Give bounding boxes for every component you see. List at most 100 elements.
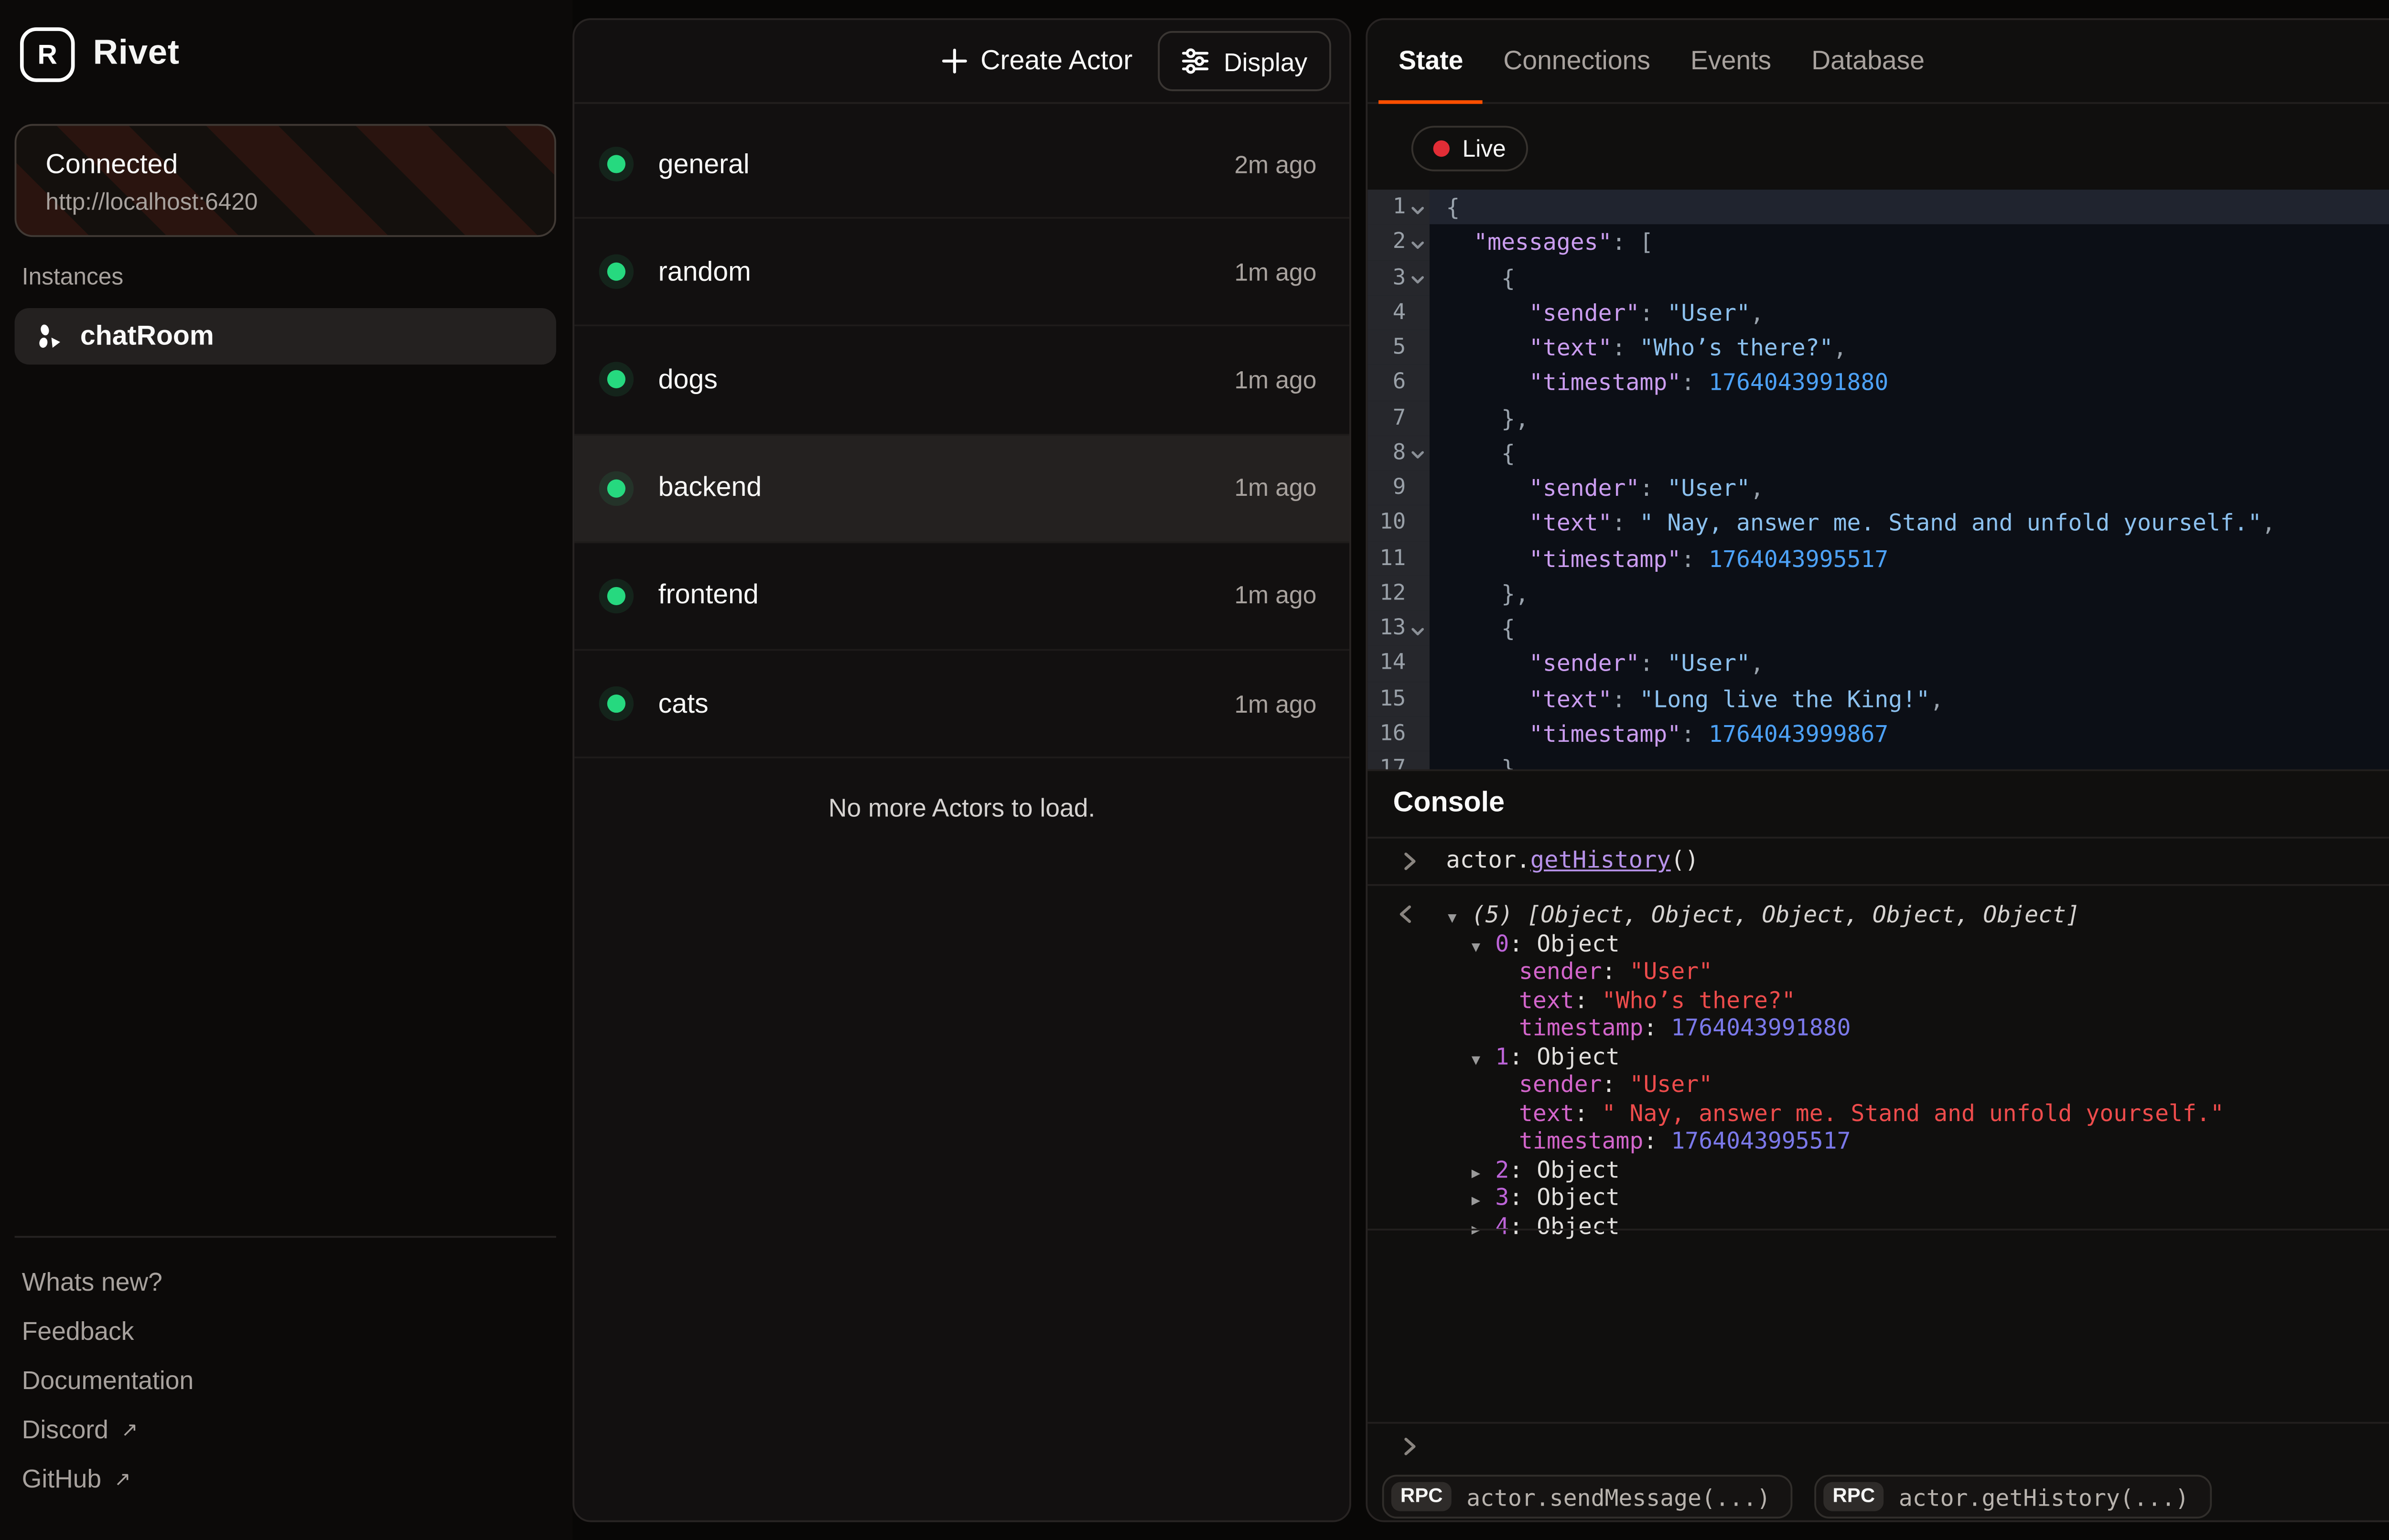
triangle-expanded-icon[interactable]: ▼	[1472, 1046, 1496, 1074]
rpc-row: RPCactor.sendMessage(...)RPCactor.getHis…	[1382, 1475, 2211, 1519]
console-output-divider	[1367, 1229, 2389, 1230]
line-number: 2	[1367, 225, 1430, 260]
console-row: ▶3: Object	[1367, 1183, 2389, 1211]
editor-line[interactable]: 12 },	[1367, 576, 2389, 611]
editor-line[interactable]: 15 "text": "Long live the King!",	[1367, 681, 2389, 717]
actor-row-frontend[interactable]: frontend1m ago	[574, 543, 1349, 651]
actor-row-backend[interactable]: backend1m ago	[574, 435, 1349, 543]
create-actor-button[interactable]: Create Actor	[940, 45, 1132, 76]
actors-panel: Create Actor Display general2m agorandom…	[572, 18, 1351, 1522]
triangle-expanded-icon[interactable]: ▼	[1448, 904, 1472, 932]
fold-chevron-icon[interactable]	[1408, 623, 1426, 639]
editor-line[interactable]: 7 },	[1367, 400, 2389, 436]
tab-state[interactable]: State	[1378, 20, 1483, 102]
fold-chevron-icon[interactable]	[1408, 237, 1426, 253]
actor-row-general[interactable]: general2m ago	[574, 111, 1349, 219]
fold-chevron-icon[interactable]	[1408, 448, 1426, 464]
console-output-rows: ▼(5) [Object, Object, Object, Object, Ob…	[1367, 900, 2389, 1240]
inspector-panel: StateConnectionsEventsDatabase Running L…	[1366, 18, 2389, 1522]
create-actor-label: Create Actor	[980, 45, 1132, 76]
live-toggle-badge[interactable]: Live	[1411, 126, 1528, 171]
footer-link-label: Whats new?	[22, 1267, 162, 1296]
tab-events[interactable]: Events	[1670, 20, 1791, 102]
external-link-icon: ↗	[114, 1466, 131, 1490]
brand-row: R Rivet	[20, 27, 180, 82]
live-label: Live	[1463, 135, 1506, 162]
fold-chevron-icon[interactable]	[1408, 272, 1426, 288]
editor-line[interactable]: 10 "text": " Nay, answer me. Stand and u…	[1367, 506, 2389, 541]
console-row: text: "Who’s there?"	[1367, 985, 2389, 1014]
actors-panel-header: Create Actor Display	[574, 20, 1349, 104]
rpc-badge: RPC	[1391, 1482, 1452, 1511]
editor-line[interactable]: 17 }	[1367, 751, 2389, 769]
line-number: 12	[1367, 576, 1430, 611]
editor-line[interactable]: 9 "sender": "User",	[1367, 471, 2389, 506]
editor-line[interactable]: 5 "text": "Who’s there?",	[1367, 330, 2389, 365]
editor-line[interactable]: 14 "sender": "User",	[1367, 646, 2389, 682]
console-input[interactable]	[1399, 1431, 1420, 1460]
actor-list: general2m agorandom1m agodogs1m agobacke…	[574, 104, 1349, 759]
console-row: sender: "User"	[1367, 1070, 2389, 1098]
console-history-entry: actor.getHistory()	[1367, 837, 2389, 886]
sliders-icon	[1182, 47, 1209, 75]
actor-name: cats	[658, 688, 709, 719]
result-chevron-left-icon	[1395, 900, 1417, 928]
console-header[interactable]: Console	[1367, 769, 2389, 836]
line-number: 5	[1367, 330, 1430, 365]
inspector-tabbar: StateConnectionsEventsDatabase Running	[1367, 20, 2389, 104]
editor-line[interactable]: 6 "timestamp": 1764043991880	[1367, 365, 2389, 401]
console-row: timestamp: 1764043995517	[1367, 1126, 2389, 1155]
rpc-chip[interactable]: RPCactor.sendMessage(...)	[1382, 1475, 1793, 1519]
editor-line[interactable]: 3 {	[1367, 260, 2389, 295]
editor-line[interactable]: 2 "messages": [	[1367, 225, 2389, 260]
sidebar-item-chatroom[interactable]: chatRoom	[15, 308, 556, 364]
console-row: ▶2: Object	[1367, 1155, 2389, 1183]
footer-link-label: Documentation	[22, 1365, 194, 1394]
editor-line[interactable]: 8 {	[1367, 436, 2389, 471]
editor-line[interactable]: 11 "timestamp": 1764043995517	[1367, 541, 2389, 576]
actor-row-random[interactable]: random1m ago	[574, 219, 1349, 327]
footer-link-documentation[interactable]: Documentation	[22, 1365, 549, 1394]
plus-icon	[940, 47, 968, 75]
tab-connections[interactable]: Connections	[1483, 20, 1670, 102]
footer-link-github[interactable]: GitHub↗	[22, 1464, 549, 1493]
rpc-label: actor.getHistory(...)	[1899, 1483, 2189, 1510]
actor-row-cats[interactable]: cats1m ago	[574, 651, 1349, 759]
state-json-editor[interactable]: 1{2 "messages": [3 {4 "sender": "User",5…	[1367, 190, 2389, 770]
tab-database[interactable]: Database	[1791, 20, 1945, 102]
sidebar-footer: Whats new?FeedbackDocumentationDiscord↗G…	[15, 1236, 556, 1540]
editor-line[interactable]: 16 "timestamp": 1764043999867	[1367, 717, 2389, 752]
editor-lines: 1{2 "messages": [3 {4 "sender": "User",5…	[1367, 190, 2389, 770]
sidebar-footer-links: Whats new?FeedbackDocumentationDiscord↗G…	[15, 1238, 556, 1493]
console-output: ▼(5) [Object, Object, Object, Object, Ob…	[1367, 886, 2389, 1229]
line-number: 8	[1367, 436, 1430, 471]
editor-line[interactable]: 13 {	[1367, 611, 2389, 646]
external-link-icon: ↗	[121, 1417, 138, 1441]
console-title: Console	[1393, 788, 1505, 821]
triangle-collapsed-icon[interactable]: ▶	[1472, 1187, 1496, 1215]
triangle-collapsed-icon[interactable]: ▶	[1472, 1158, 1496, 1187]
triangle-expanded-icon[interactable]: ▼	[1472, 932, 1496, 961]
footer-link-label: Discord	[22, 1414, 108, 1444]
line-number: 10	[1367, 506, 1430, 541]
rpc-badge: RPC	[1823, 1482, 1884, 1511]
actor-name: general	[658, 149, 750, 180]
footer-link-feedback[interactable]: Feedback	[22, 1316, 549, 1345]
rpc-chip[interactable]: RPC actor.getHistory(...)	[1814, 1475, 2211, 1519]
footer-link-whats-new-[interactable]: Whats new?	[22, 1267, 549, 1296]
footer-link-discord[interactable]: Discord ↗	[22, 1414, 549, 1444]
status-dot-icon	[607, 695, 625, 713]
rivet-logo-icon: R	[20, 27, 75, 82]
line-number: 1	[1367, 190, 1430, 225]
actor-name: dogs	[658, 364, 718, 396]
line-number: 16	[1367, 717, 1430, 752]
display-button[interactable]: Display	[1158, 31, 1331, 91]
fold-chevron-icon[interactable]	[1408, 202, 1426, 218]
line-number: 11	[1367, 541, 1430, 576]
console-row: sender: "User"	[1367, 957, 2389, 985]
brand-name: Rivet	[93, 35, 180, 75]
actor-row-dogs[interactable]: dogs1m ago	[574, 327, 1349, 435]
editor-line[interactable]: 4 "sender": "User",	[1367, 295, 2389, 330]
editor-line[interactable]: 1{	[1367, 190, 2389, 225]
line-number: 4	[1367, 295, 1430, 330]
